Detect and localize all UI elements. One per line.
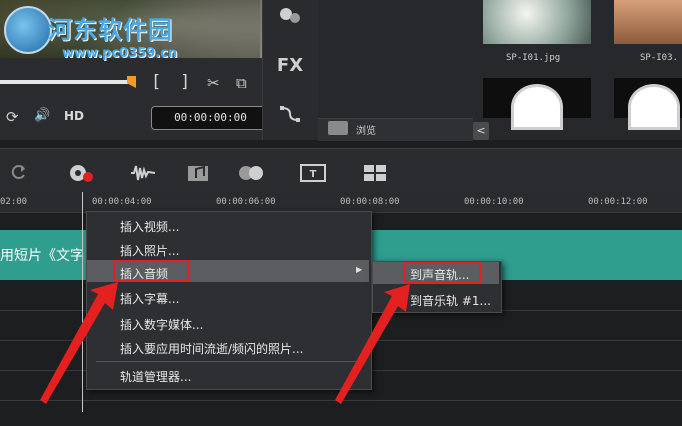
clip-label: 用短片《文字 bbox=[0, 248, 84, 264]
watermark-logo bbox=[4, 6, 52, 54]
ruler-tick: 00:00:06:00 bbox=[216, 197, 276, 207]
volume-icon[interactable]: 🔊 bbox=[34, 108, 50, 123]
menu-item-insert-digital-media[interactable]: 插入数字媒体... bbox=[120, 316, 203, 333]
audio-disc-icon bbox=[628, 84, 680, 130]
ruler-tick: 00:00:04:00 bbox=[92, 197, 152, 207]
ruler-tick: 02:00 bbox=[0, 197, 28, 207]
scrubber-bar[interactable] bbox=[0, 80, 135, 84]
thumbnail-label: SP-I03. bbox=[640, 53, 678, 63]
watermark-url: www.pc0359.cn bbox=[62, 46, 178, 61]
timeline-toolbar bbox=[0, 148, 682, 193]
loop-icon[interactable]: ⟳ bbox=[6, 108, 19, 126]
highlight-box bbox=[404, 262, 481, 284]
menu-item-insert-photo[interactable]: 插入照片... bbox=[120, 242, 179, 259]
audio-thumbnail[interactable] bbox=[614, 78, 682, 130]
audio-disc-icon bbox=[511, 84, 563, 130]
title-icon[interactable]: T bbox=[300, 163, 326, 187]
menu-item-insert-subtitle[interactable]: 插入字幕... bbox=[120, 290, 179, 307]
menu-item-insert-video[interactable]: 插入视频... bbox=[120, 218, 179, 235]
submenu-arrow-icon: ▶ bbox=[356, 265, 363, 274]
browse-label[interactable]: 浏览 bbox=[356, 122, 376, 137]
audio-thumbnail[interactable] bbox=[483, 78, 591, 130]
svg-text:T: T bbox=[310, 169, 317, 180]
mark-out-button[interactable]: ] bbox=[180, 72, 190, 92]
ruler-tick: 00:00:10:00 bbox=[464, 197, 524, 207]
menu-separator bbox=[96, 361, 361, 362]
media-icon[interactable] bbox=[262, 6, 318, 31]
record-capture-icon[interactable] bbox=[68, 163, 94, 187]
motion-icon[interactable] bbox=[238, 163, 266, 187]
browse-icon[interactable] bbox=[328, 121, 348, 135]
music-icon[interactable] bbox=[186, 163, 212, 187]
timecode-display[interactable]: 00:00:00:00 bbox=[151, 106, 270, 130]
playhead[interactable] bbox=[82, 192, 83, 412]
redo-icon[interactable] bbox=[10, 163, 28, 185]
scroll-left-button[interactable]: < bbox=[473, 122, 489, 140]
ruler-tick: 00:00:08:00 bbox=[340, 197, 400, 207]
watermark-text: 河东软件园 bbox=[48, 16, 173, 44]
multi-view-icon[interactable] bbox=[362, 163, 388, 187]
submenu-item-music-track[interactable]: 到音乐轨 #1... bbox=[410, 292, 491, 309]
audio-waveform-icon[interactable] bbox=[130, 163, 156, 187]
library-thumbnail[interactable] bbox=[614, 0, 682, 44]
track-divider bbox=[0, 400, 682, 401]
library-thumbnail[interactable] bbox=[483, 0, 591, 44]
path-icon[interactable] bbox=[262, 104, 318, 129]
copy-icon[interactable]: ⧉ bbox=[236, 74, 247, 92]
menu-item-insert-timelapse-photo[interactable]: 插入要应用时间流逝/频闪的照片... bbox=[120, 340, 304, 357]
cut-icon[interactable]: ✂ bbox=[207, 74, 220, 92]
thumbnail-label: SP-I01.jpg bbox=[506, 53, 561, 63]
fx-icon[interactable]: FX bbox=[262, 55, 318, 76]
menu-item-track-manager[interactable]: 轨道管理器... bbox=[120, 368, 191, 385]
mark-in-button[interactable]: [ bbox=[151, 72, 161, 92]
hd-toggle[interactable]: HD bbox=[64, 109, 84, 123]
highlight-box bbox=[113, 260, 190, 282]
ruler-tick: 00:00:12:00 bbox=[588, 197, 648, 207]
